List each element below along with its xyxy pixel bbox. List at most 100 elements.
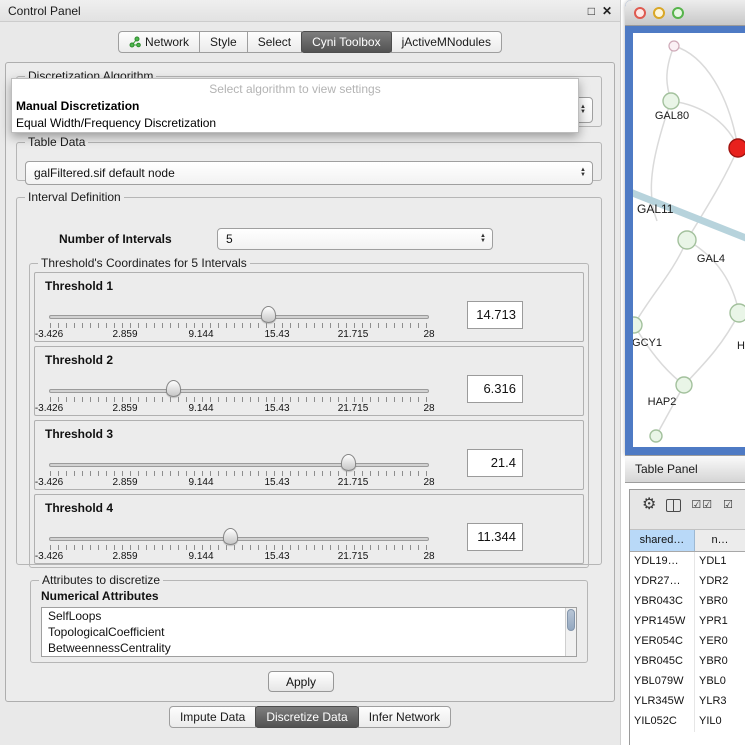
select-checkbox-icon[interactable]: ☑ [723, 496, 734, 514]
cyni-toolbox-content: Discretization Algorithm ▲▼ Select algor… [5, 62, 615, 702]
tab-select[interactable]: Select [247, 31, 302, 53]
threshold-2-slider[interactable]: -3.4262.8599.14415.4321.71528 [49, 367, 429, 413]
threshold-3-slider[interactable]: -3.4262.8599.14415.4321.71528 [49, 441, 429, 487]
number-of-intervals-combobox[interactable]: 5 ▲▼ [217, 228, 493, 250]
slider-track [49, 389, 429, 393]
table-row[interactable]: YER054CYER0 [630, 632, 745, 652]
slider-track [49, 315, 429, 319]
tab-discretize-data[interactable]: Discretize Data [255, 706, 358, 728]
table-row[interactable]: YBR045CYBR0 [630, 652, 745, 672]
zoom-traffic-light-icon[interactable] [672, 7, 684, 19]
threshold-3-slider-thumb[interactable] [341, 454, 356, 471]
popup-option-equal-width-frequency[interactable]: Equal Width/Frequency Discretization [12, 115, 578, 132]
control-panel: Control Panel □ ✕ Network Style Select C… [0, 0, 621, 745]
bottom-tab-bar: Impute Data Discretize Data Infer Networ… [0, 706, 620, 729]
network-window-titlebar[interactable] [625, 0, 745, 26]
select-all-checkboxes-icon[interactable]: ☑☑ [691, 496, 713, 514]
list-item[interactable]: BetweennessCentrality [42, 640, 576, 656]
threshold-4-panel: Threshold 4 -3.4262.8599.14415.4321.7152… [34, 494, 584, 564]
slider-track [49, 463, 429, 467]
threshold-3-value-field[interactable]: 21.4 [467, 449, 523, 477]
network-node-selected-red[interactable] [729, 139, 745, 157]
column-header-shared-name[interactable]: shared… [630, 530, 695, 551]
tab-label: Impute Data [180, 710, 245, 724]
node-label-gal4: GAL4 [697, 253, 725, 265]
tab-network[interactable]: Network [118, 31, 200, 53]
node-label-partial: H [737, 340, 745, 352]
threshold-4-value-field[interactable]: 11.344 [467, 523, 523, 551]
close-icon[interactable]: ✕ [602, 4, 612, 18]
threshold-1-slider-thumb[interactable] [261, 306, 276, 323]
tab-impute-data[interactable]: Impute Data [169, 706, 256, 728]
slider-tick-marks [50, 471, 428, 476]
numerical-attributes-list[interactable]: SelfLoops TopologicalCoefficient Between… [41, 607, 577, 657]
table-panel: ⚙ ☑☑ ☑ shared… n… YDL19…YDL1 YDR27…YDR2 … [629, 489, 745, 745]
scrollbar-thumb[interactable] [567, 609, 575, 631]
slider-tick-labels: -3.4262.8599.14415.4321.71528 [49, 403, 429, 414]
combo-arrows-icon: ▲▼ [480, 234, 486, 244]
tab-jactivemnodules[interactable]: jActiveMNodules [391, 31, 502, 53]
combo-arrows-icon: ▲▼ [580, 168, 586, 178]
network-node-hap2[interactable] [676, 377, 692, 393]
threshold-1-panel: Threshold 1 -3.4262.8599.14415.4321.7152… [34, 272, 584, 342]
table-row[interactable]: YPR145WYPR1 [630, 612, 745, 632]
threshold-2-panel: Threshold 2 -3.4262.8599.14415.4321.7152… [34, 346, 584, 416]
network-node[interactable] [650, 430, 662, 442]
table-row[interactable]: YBL079WYBL0 [630, 672, 745, 692]
table-header-row: shared… n… [630, 530, 745, 552]
network-canvas[interactable]: GAL80 GAL11 GAL4 GCY1 HAP2 H [633, 33, 745, 447]
threshold-coordinates-title: Threshold's Coordinates for 5 Intervals [38, 256, 250, 270]
columns-icon[interactable] [666, 499, 681, 512]
network-view-window: GAL80 GAL11 GAL4 GCY1 HAP2 H [625, 0, 745, 455]
float-window-icon[interactable]: □ [588, 4, 595, 18]
threshold-4-slider[interactable]: -3.4262.8599.14415.4321.71528 [49, 515, 429, 561]
attributes-group-title: Attributes to discretize [39, 573, 163, 587]
slider-tick-labels: -3.4262.8599.14415.4321.71528 [49, 477, 429, 488]
tab-label: Select [258, 35, 291, 49]
table-row[interactable]: YLR345WYLR3 [630, 692, 745, 712]
tab-label: Network [145, 35, 189, 49]
slider-tick-labels: -3.4262.8599.14415.4321.71528 [49, 329, 429, 340]
slider-tick-marks [50, 545, 428, 550]
network-node-gcy1[interactable] [633, 317, 642, 333]
tab-cyni-toolbox[interactable]: Cyni Toolbox [301, 31, 391, 53]
apply-button[interactable]: Apply [268, 671, 334, 692]
table-row[interactable]: YBR043CYBR0 [630, 592, 745, 612]
threshold-2-label: Threshold 2 [35, 347, 583, 367]
network-node-gal4[interactable] [678, 231, 696, 249]
slider-track [49, 537, 429, 541]
network-icon [129, 36, 141, 48]
interval-definition-group: Interval Definition Number of Intervals … [16, 190, 602, 565]
slider-tick-marks [50, 397, 428, 402]
table-row[interactable]: YIL052CYIL0 [630, 712, 745, 732]
close-traffic-light-icon[interactable] [634, 7, 646, 19]
slider-tick-marks [50, 323, 428, 328]
threshold-1-slider[interactable]: -3.4262.8599.14415.4321.71528 [49, 293, 429, 339]
list-scrollbar[interactable] [565, 608, 576, 656]
threshold-1-value-field[interactable]: 14.713 [467, 301, 523, 329]
threshold-4-slider-thumb[interactable] [223, 528, 238, 545]
table-data-combobox[interactable]: galFiltered.sif default node ▲▼ [25, 161, 593, 185]
network-node-gal80[interactable] [663, 93, 679, 109]
table-toolbar: ⚙ ☑☑ ☑ [630, 490, 745, 530]
node-label-gal80: GAL80 [655, 110, 689, 122]
table-row[interactable]: YDL19…YDL1 [630, 552, 745, 572]
column-header-name[interactable]: n… [695, 530, 745, 551]
gear-icon[interactable]: ⚙ [642, 496, 656, 514]
table-row[interactable]: YDR27…YDR2 [630, 572, 745, 592]
top-tab-bar: Network Style Select Cyni Toolbox jActiv… [0, 31, 620, 55]
threshold-2-slider-thumb[interactable] [166, 380, 181, 397]
number-of-intervals-row: Number of Intervals 5 ▲▼ [17, 228, 601, 252]
tab-infer-network[interactable]: Infer Network [358, 706, 451, 728]
network-node[interactable] [730, 304, 745, 322]
popup-option-manual-discretization[interactable]: Manual Discretization [12, 98, 578, 115]
threshold-2-value-field[interactable]: 6.316 [467, 375, 523, 403]
network-node[interactable] [669, 41, 679, 51]
popup-placeholder-text: Select algorithm to view settings [12, 79, 578, 98]
table-panel-header: Table Panel [625, 455, 745, 483]
tab-style[interactable]: Style [199, 31, 248, 53]
minimize-traffic-light-icon[interactable] [653, 7, 665, 19]
list-item[interactable]: SelfLoops [42, 608, 576, 624]
table-data-group-title: Table Data [25, 135, 88, 149]
list-item[interactable]: TopologicalCoefficient [42, 624, 576, 640]
